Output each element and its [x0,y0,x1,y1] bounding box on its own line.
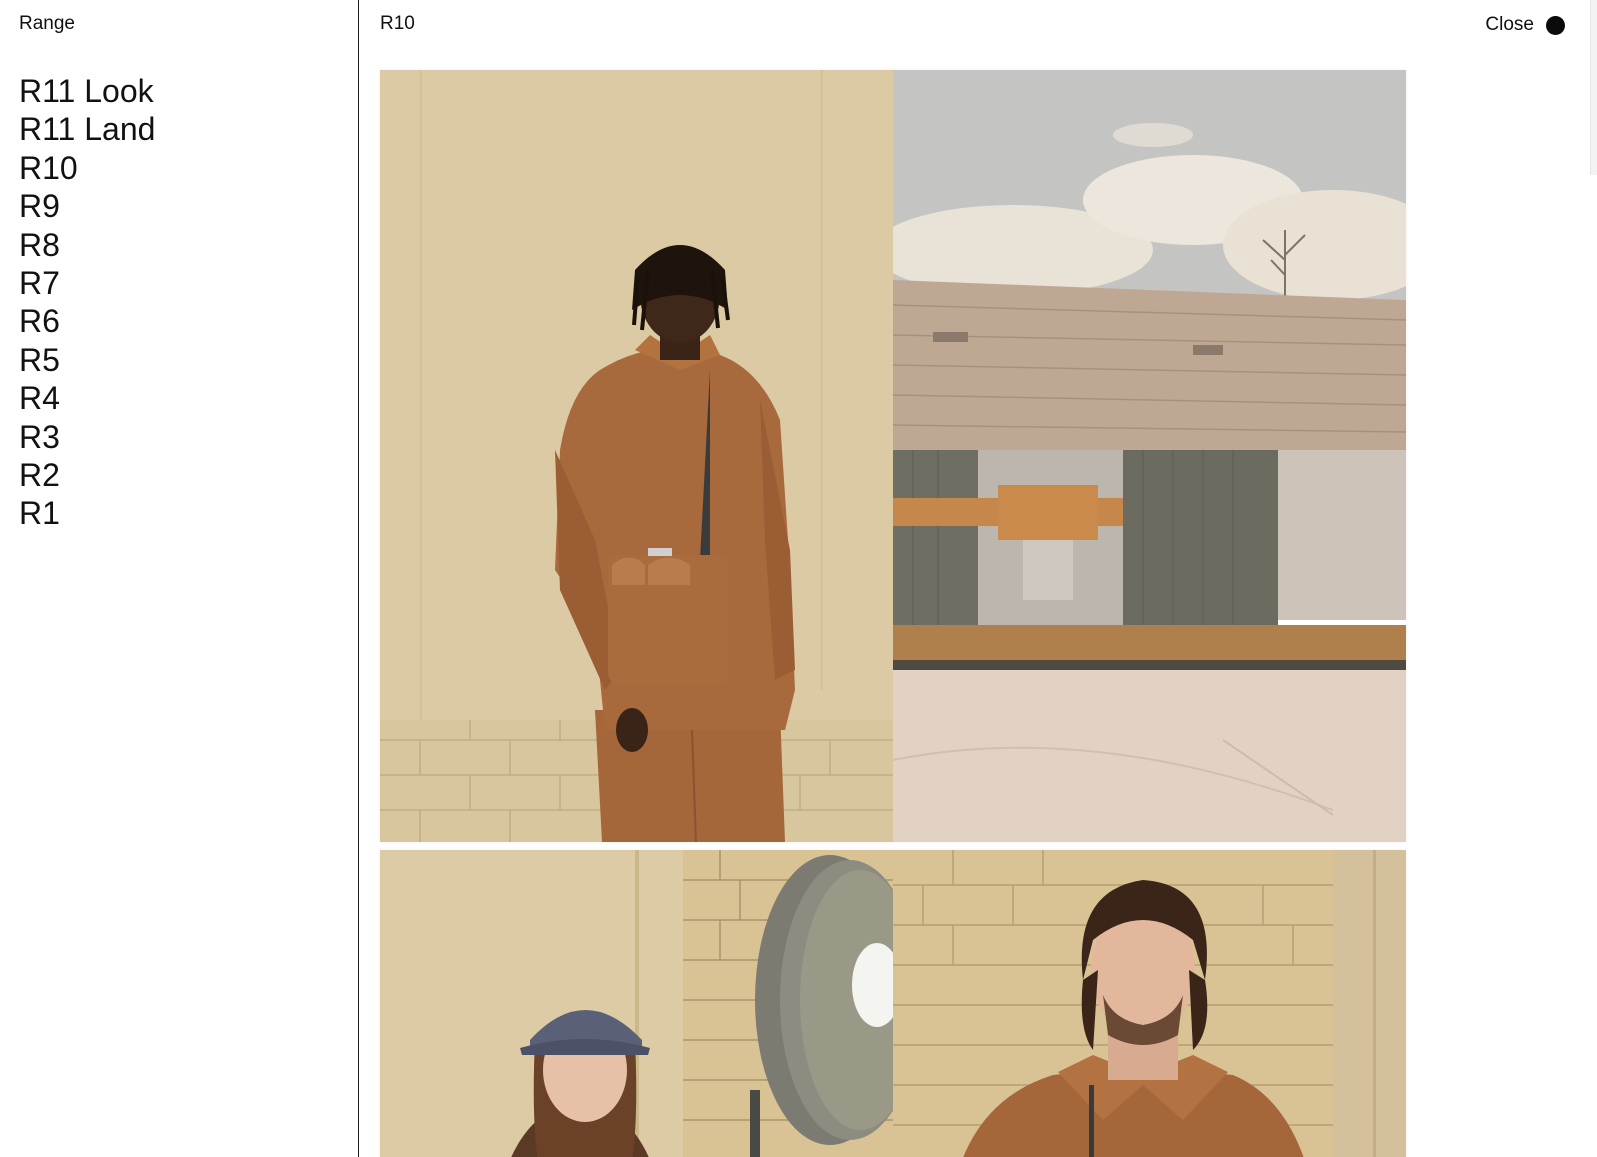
filled-circle-icon [1546,15,1565,35]
range-sidebar: Range R11 Look R11 Land R10 R9 R8 R7 R6 … [0,0,359,1157]
range-list: R11 Look R11 Land R10 R9 R8 R7 R6 R5 R4 … [19,72,155,533]
range-item-r4[interactable]: R4 [19,379,155,417]
range-item-r8[interactable]: R8 [19,226,155,264]
range-item-r10[interactable]: R10 [19,149,155,187]
close-button[interactable]: Close [1485,14,1565,36]
photo-man-long-hair-brown-jacket-brick-wall[interactable] [893,850,1406,1157]
page-title: R10 [380,13,415,34]
image-gallery [380,70,1406,1157]
range-item-r3[interactable]: R3 [19,418,155,456]
range-item-r1[interactable]: R1 [19,494,155,532]
range-item-r5[interactable]: R5 [19,341,155,379]
photo-corrugated-shed-under-cloudy-sky[interactable] [893,70,1406,842]
gallery-row [380,850,1406,1157]
range-item-r2[interactable]: R2 [19,456,155,494]
scrollbar[interactable] [1590,0,1597,175]
photo-woman-blue-cap-hose-reel[interactable] [380,850,893,1157]
close-label: Close [1485,14,1534,35]
range-item-r7[interactable]: R7 [19,264,155,302]
gallery-row [380,70,1406,842]
main-panel: R10 Close [361,0,1597,1157]
photo-man-brown-jacket-crossbody-bag[interactable] [380,70,893,842]
range-item-r9[interactable]: R9 [19,187,155,225]
range-item-r11-look[interactable]: R11 Look [19,72,155,110]
range-heading[interactable]: Range [19,13,75,35]
range-item-r11-land[interactable]: R11 Land [19,110,155,148]
range-item-r6[interactable]: R6 [19,302,155,340]
